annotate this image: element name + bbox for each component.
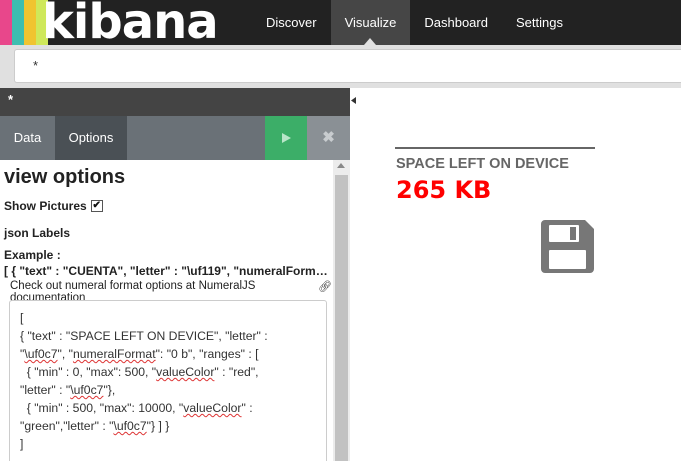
json-line: { "min" : 0, "max": 500, "valueColor" : … [20,365,259,379]
scroll-up-arrow-icon[interactable] [337,163,345,168]
example-label: Example : [4,248,61,262]
floppy-disk-icon [541,220,594,273]
close-icon: ✖ [322,129,335,146]
show-pictures-checkbox[interactable]: ✔ [90,200,103,212]
index-pattern-title: * [0,88,350,116]
json-line: { "min" : 500, "max": 10000, "valueColor… [20,401,253,415]
apply-changes-button[interactable] [265,116,307,160]
example-text: [ { "text" : "CUENTA", "letter" : "\uf11… [4,264,329,278]
view-options-title: view options [4,166,126,188]
discard-changes-button[interactable]: ✖ [307,116,350,160]
main-nav: Discover Visualize Dashboard Settings [252,0,577,45]
nav-settings[interactable]: Settings [502,0,577,45]
json-line: { "text" : "SPACE LEFT ON DEVICE", "lett… [20,329,268,343]
tab-options[interactable]: Options [55,116,127,160]
json-line: "green","letter" : "\uf0c7"} ] } [20,419,170,433]
json-line: [ [20,311,24,325]
json-labels-label: json Labels [4,226,71,240]
nav-discover[interactable]: Discover [252,0,331,45]
json-line: "letter" : "\uf0c7"}, [20,383,116,397]
json-line: ] [20,437,24,451]
active-nav-caret [364,38,376,45]
json-line: "\uf0c7", "numeralFormat": "0 b", "range… [20,347,259,361]
kibana-logo[interactable]: kibana [42,0,219,50]
options-scrollbar[interactable] [333,160,350,461]
visualization-canvas [350,88,681,461]
search-input[interactable]: * [14,49,681,83]
metric-value: 265 KB [396,176,492,204]
vis-editor-sidebar: * Data Options ✖ view options Show Pictu… [0,88,350,461]
tab-data[interactable]: Data [0,116,55,160]
top-navbar: kibana Discover Visualize Dashboard Sett… [0,0,681,50]
nav-dashboard[interactable]: Dashboard [410,0,502,45]
options-panel: view options Show Pictures ✔ json Labels… [0,160,333,461]
metric-label: SPACE LEFT ON DEVICE [396,156,569,172]
editor-tabbar: Data Options ✖ [0,116,350,160]
sidebar-resize-handle-icon[interactable] [351,97,356,104]
show-pictures-row: Show Pictures ✔ [4,199,103,213]
play-icon [282,133,291,143]
kibana-logo-stripes [0,0,48,45]
search-bar: * [0,45,681,88]
scroll-thumb[interactable] [335,175,348,461]
metric-divider [395,147,595,149]
link-icon[interactable]: 🔗︎ [318,280,332,293]
show-pictures-label: Show Pictures [4,199,87,213]
json-labels-textarea[interactable]: [ { "text" : "SPACE LEFT ON DEVICE", "le… [9,300,327,461]
